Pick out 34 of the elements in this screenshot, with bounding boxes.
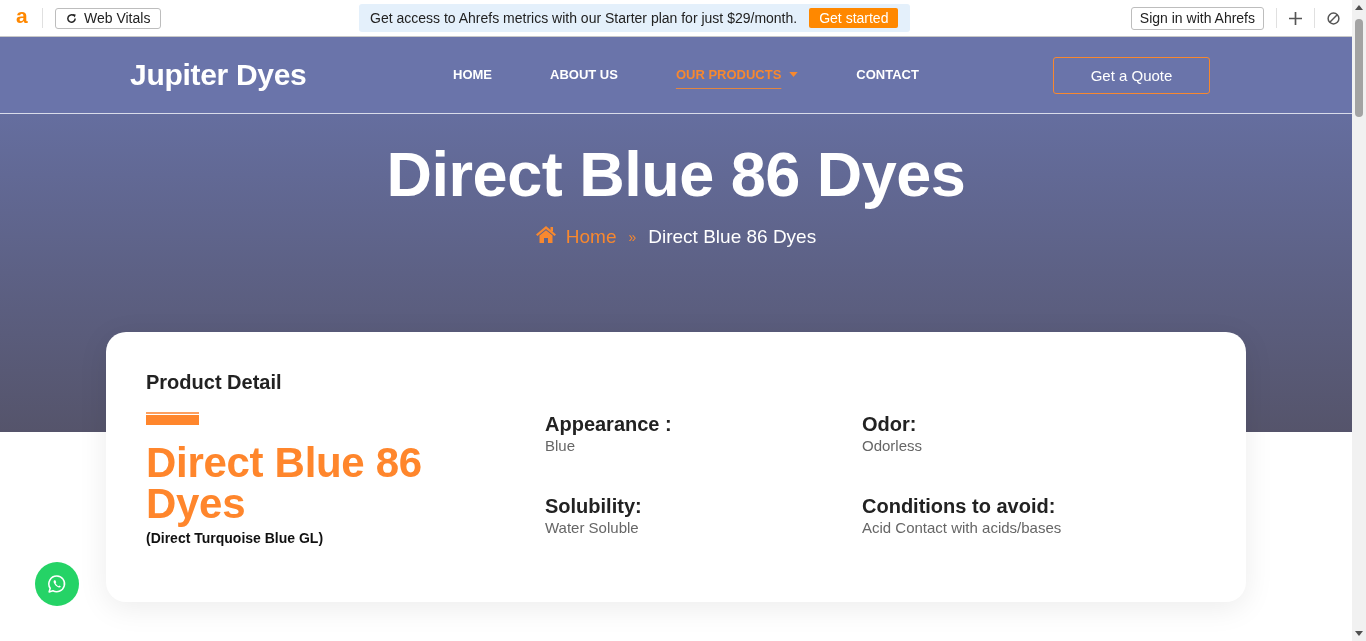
property-value: Blue [545,436,577,455]
home-icon [535,225,556,243]
promo-text: Get access to Ahrefs metrics with our Starter plan for just $29/month. [370,10,798,26]
ahrefs-logo[interactable]: a [16,6,30,26]
brand-logo[interactable]: Jupiter Dyes [130,58,453,92]
nav-link[interactable]: ABOUT US [550,66,618,84]
get-quote-button[interactable]: Get a Quote [1053,56,1210,94]
scrollbar[interactable] [1352,0,1366,641]
sign-in-button[interactable]: Sign in with Ahrefs [1130,6,1264,30]
scrollbar-thumb[interactable] [1355,19,1363,117]
nav-link[interactable]: CONTACT [856,66,919,84]
property-value: Acid Contact with acids/bases [862,518,1063,537]
accent-bar [146,412,199,425]
breadcrumb-home-link[interactable]: Home [535,226,617,248]
product-subtitle: (Direct Turquoise Blue GL) [146,530,325,546]
section-heading: Product Detail [146,370,283,394]
property-value: Odorless [862,436,924,455]
scroll-up-icon[interactable] [1355,5,1363,10]
plus-icon[interactable] [1289,11,1302,25]
block-icon[interactable] [1327,11,1340,25]
breadcrumb-current: Direct Blue 86 Dyes [648,226,817,248]
property-label: Conditions to avoid: [862,494,1057,518]
nav-link[interactable]: HOME [453,66,492,84]
property-label: Solubility: [545,494,643,518]
refresh-icon [66,12,77,24]
property-label: Appearance : [545,412,673,436]
property-label: Odor: [862,412,918,436]
web-vitals-button[interactable]: Web Vitals [55,7,161,29]
page-title: Direct Blue 86 Dyes [386,138,966,211]
get-started-button[interactable]: Get started [809,8,899,28]
property-value: Water Soluble [545,518,640,537]
breadcrumb-separator: » [628,229,637,245]
scroll-down-icon[interactable] [1355,631,1363,636]
whatsapp-icon [46,573,68,595]
